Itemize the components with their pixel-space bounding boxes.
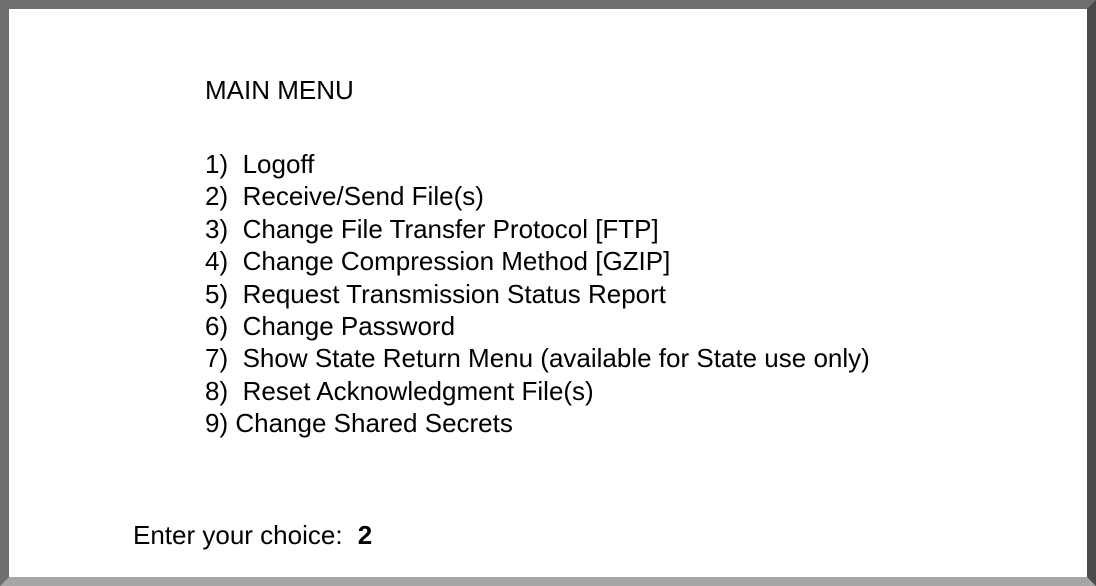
menu-item-show-state-return-menu[interactable]: 7) Show State Return Menu (available for…: [205, 342, 870, 374]
menu-item-label: Reset Acknowledgment File(s): [243, 375, 594, 407]
menu-item-label: Show State Return Menu (available for St…: [243, 342, 870, 374]
menu-item-gap: [228, 245, 242, 277]
menu-item-number: 2): [205, 180, 228, 212]
menu-item-reset-acknowledgment-files[interactable]: 8) Reset Acknowledgment File(s): [205, 375, 870, 407]
menu-item-receive-send-files[interactable]: 2) Receive/Send File(s): [205, 180, 870, 212]
menu-item-label: Receive/Send File(s): [243, 180, 484, 212]
menu-item-label: Change Compression Method [GZIP]: [243, 245, 671, 277]
menu-item-label: Change Password: [243, 310, 455, 342]
menu-item-change-password[interactable]: 6) Change Password: [205, 310, 870, 342]
menu-item-label: Change File Transfer Protocol [FTP]: [243, 213, 659, 245]
choice-prompt: Enter your choice:: [133, 520, 418, 551]
menu-item-label: Logoff: [243, 148, 315, 180]
menu-item-number: 7): [205, 342, 228, 374]
menu-item-change-shared-secrets[interactable]: 9) Change Shared Secrets: [205, 407, 870, 439]
choice-prompt-label: Enter your choice:: [133, 520, 343, 550]
menu-title: MAIN MENU: [205, 75, 354, 105]
menu-item-number: 6): [205, 310, 228, 342]
choice-input[interactable]: [358, 520, 418, 551]
menu-item-logoff[interactable]: 1) Logoff: [205, 148, 870, 180]
menu-item-label: Request Transmission Status Report: [243, 278, 666, 310]
menu-item-number: 3): [205, 213, 228, 245]
menu-item-gap: [228, 375, 242, 407]
menu-item-gap: [228, 342, 242, 374]
menu-item-gap: [228, 407, 235, 439]
menu-item-request-transmission-status-report[interactable]: 5) Request Transmission Status Report: [205, 278, 870, 310]
menu-item-gap: [228, 310, 242, 342]
menu-item-number: 8): [205, 375, 228, 407]
menu-item-change-file-transfer-protocol[interactable]: 3) Change File Transfer Protocol [FTP]: [205, 213, 870, 245]
menu-item-gap: [228, 148, 242, 180]
menu-item-number: 9): [205, 407, 228, 439]
menu-item-number: 5): [205, 278, 228, 310]
menu-item-gap: [228, 213, 242, 245]
menu-item-gap: [228, 180, 242, 212]
menu-item-change-compression-method[interactable]: 4) Change Compression Method [GZIP]: [205, 245, 870, 277]
main-menu-list: 1) Logoff 2) Receive/Send File(s) 3) Cha…: [205, 148, 870, 440]
menu-item-number: 1): [205, 148, 228, 180]
menu-item-number: 4): [205, 245, 228, 277]
menu-item-gap: [228, 278, 242, 310]
terminal-window: MAIN MENU 1) Logoff 2) Receive/Send File…: [0, 0, 1096, 586]
menu-item-label: Change Shared Secrets: [235, 407, 513, 439]
